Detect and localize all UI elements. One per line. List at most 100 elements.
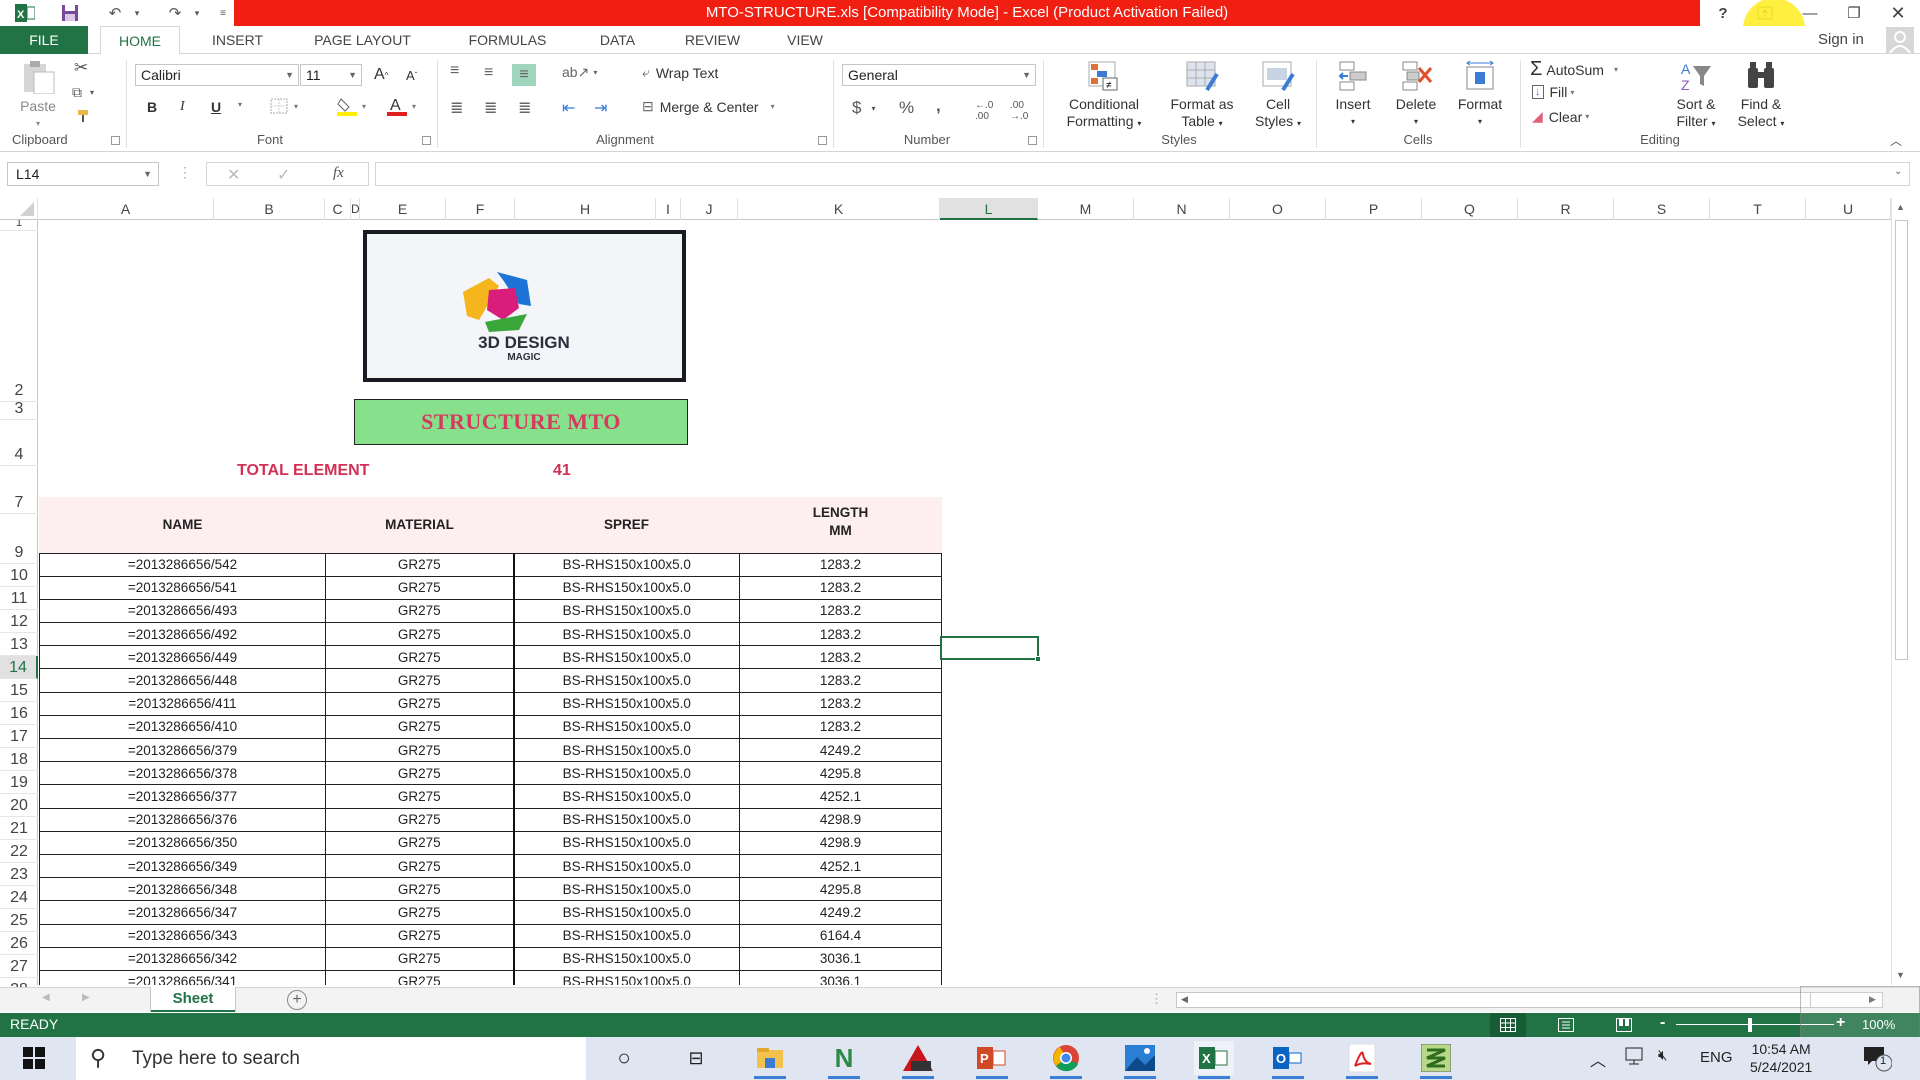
scroll-up-icon[interactable]: ▲ (1896, 202, 1905, 212)
add-sheet-button[interactable]: + (287, 990, 307, 1010)
tab-review[interactable]: REVIEW (670, 26, 755, 54)
confirm-entry-icon[interactable]: ✓ (277, 165, 290, 185)
cell-spref[interactable]: BS-RHS150x100x5.0 (513, 761, 740, 786)
sign-in-link[interactable]: Sign in (1818, 28, 1864, 52)
formula-bar-splitter-icon[interactable]: ⋮ (178, 164, 192, 181)
alignment-dialog-launcher[interactable] (818, 136, 827, 145)
number-dialog-launcher[interactable] (1028, 136, 1037, 145)
cell-spref[interactable]: BS-RHS150x100x5.0 (513, 737, 740, 763)
cell-spref[interactable]: BS-RHS150x100x5.0 (513, 598, 740, 624)
action-center-button[interactable]: 1 (1862, 1045, 1893, 1078)
cell-name[interactable]: =2013286656/343 (39, 923, 326, 948)
worksheet-grid[interactable]: 3D DESIGN MAGIC STRUCTURE MTO TOTAL ELEM… (39, 220, 1891, 985)
row-header-15[interactable]: 15 (0, 679, 38, 702)
column-header-f[interactable]: F (446, 198, 515, 220)
row-header-2[interactable]: 2 (0, 231, 38, 402)
column-header-s[interactable]: S (1614, 198, 1710, 220)
decrease-decimal-icon[interactable]: .00 →.0 (1010, 100, 1028, 122)
header-name[interactable]: NAME (39, 497, 326, 553)
task-view-icon[interactable]: ⊟ (676, 1041, 716, 1075)
column-header-c[interactable]: C (325, 198, 351, 220)
notepad-plus-icon[interactable]: N (824, 1041, 864, 1079)
cell-spref[interactable]: BS-RHS150x100x5.0 (513, 622, 740, 647)
cell-spref[interactable]: BS-RHS150x100x5.0 (513, 784, 740, 809)
column-header-u[interactable]: U (1806, 198, 1891, 220)
decrease-font-size-icon[interactable]: Aˇ (406, 68, 417, 83)
volume-muted-icon[interactable]: 🔇︎ (1658, 1047, 1667, 1064)
cell-spref[interactable]: BS-RHS150x100x5.0 (513, 946, 740, 971)
row-header-7[interactable]: 7 (0, 466, 38, 514)
column-header-m[interactable]: M (1038, 198, 1134, 220)
cell-spref[interactable]: BS-RHS150x100x5.0 (513, 691, 740, 716)
cell-spref[interactable]: BS-RHS150x100x5.0 (513, 552, 740, 577)
column-header-e[interactable]: E (360, 198, 446, 220)
collapse-ribbon-icon[interactable]: ︿ (1890, 132, 1902, 149)
column-header-q[interactable]: Q (1422, 198, 1518, 220)
insert-function-button[interactable]: fx (333, 165, 344, 182)
help-button[interactable]: ? (1705, 0, 1741, 26)
header-spref[interactable]: SPREF (513, 497, 740, 553)
cell-length[interactable]: 6164.4 (739, 923, 942, 948)
user-avatar-icon[interactable] (1886, 27, 1914, 54)
cell-length[interactable]: 1283.2 (739, 622, 942, 647)
row-header-17[interactable]: 17 (0, 725, 38, 748)
column-header-j[interactable]: J (681, 198, 738, 220)
cell-material[interactable]: GR275 (325, 900, 515, 925)
cell-name[interactable]: =2013286656/542 (39, 552, 326, 577)
row-header-9[interactable]: 9 (0, 514, 38, 564)
cell-material[interactable]: GR275 (325, 853, 515, 879)
cut-icon[interactable]: ✂ (74, 58, 88, 78)
cell-name[interactable]: =2013286656/378 (39, 761, 326, 786)
column-header-d[interactable]: D (351, 198, 360, 220)
column-header-h[interactable]: H (515, 198, 656, 220)
row-header-11[interactable]: 11 (0, 587, 38, 610)
cell-spref[interactable]: BS-RHS150x100x5.0 (513, 714, 740, 740)
close-button[interactable]: ✕ (1880, 0, 1916, 26)
font-dialog-launcher[interactable] (422, 136, 431, 145)
comma-button[interactable]: , (936, 96, 941, 116)
cell-material[interactable]: GR275 (325, 575, 515, 600)
cell-length[interactable]: 4252.1 (739, 853, 942, 879)
cell-length[interactable]: 1283.2 (739, 552, 942, 577)
row-header-26[interactable]: 26 (0, 932, 38, 955)
clear-button[interactable]: ◢ Clear ▾ (1532, 108, 1589, 125)
cell-material[interactable]: GR275 (325, 691, 515, 716)
name-box[interactable]: L14 ▼ (7, 162, 159, 186)
acrobat-reader-icon[interactable] (1342, 1041, 1382, 1079)
column-header-n[interactable]: N (1134, 198, 1230, 220)
tab-insert[interactable]: INSERT (200, 26, 275, 54)
system-clock[interactable]: 10:54 AM 5/24/2021 (1750, 1040, 1812, 1076)
zoom-out-button[interactable]: - (1660, 1014, 1665, 1032)
cell-material[interactable]: GR275 (325, 714, 515, 740)
insert-cells-button[interactable]: Insert ▾ (1326, 60, 1380, 130)
cell-material[interactable]: GR275 (325, 552, 515, 577)
cell-length[interactable]: 1283.2 (739, 598, 942, 624)
cell-name[interactable]: =2013286656/350 (39, 830, 326, 855)
select-all-button[interactable] (0, 198, 38, 220)
italic-button[interactable]: I (180, 99, 185, 115)
cell-material[interactable]: GR275 (325, 923, 515, 948)
wrap-text-button[interactable]: ⤶ Wrap Text (642, 64, 718, 81)
middle-align-icon[interactable]: ≡ (484, 64, 493, 82)
cell-material[interactable]: GR275 (325, 761, 515, 786)
fill-button[interactable]: ↓ Fill ▾ (1532, 84, 1574, 100)
cell-name[interactable]: =2013286656/348 (39, 877, 326, 902)
row-header-21[interactable]: 21 (0, 817, 38, 840)
merge-center-button[interactable]: ⊟ Merge & Center ▾ (642, 98, 775, 115)
cell-material[interactable]: GR275 (325, 784, 515, 809)
row-header-25[interactable]: 25 (0, 909, 38, 932)
row-header-10[interactable]: 10 (0, 564, 38, 587)
cell-name[interactable]: =2013286656/492 (39, 622, 326, 647)
bold-button[interactable]: B (147, 99, 157, 115)
undo-icon[interactable]: ↶ (100, 2, 130, 24)
increase-decimal-icon[interactable]: ←.0.00 (975, 100, 993, 122)
borders-icon[interactable]: ▾ (270, 98, 298, 114)
currency-button[interactable]: $ ▾ (852, 98, 875, 118)
scroll-sheets-right-icon[interactable]: ▶ (82, 992, 90, 1003)
scroll-left-icon[interactable]: ◀ (1181, 994, 1188, 1005)
expand-formula-bar-icon[interactable]: ⌄ (1894, 166, 1902, 177)
powerpoint-icon[interactable]: P (972, 1041, 1012, 1079)
formula-input[interactable] (375, 162, 1910, 186)
scroll-down-icon[interactable]: ▼ (1896, 970, 1905, 980)
show-hidden-icons-button[interactable]: ︿ (1590, 1047, 1606, 1071)
